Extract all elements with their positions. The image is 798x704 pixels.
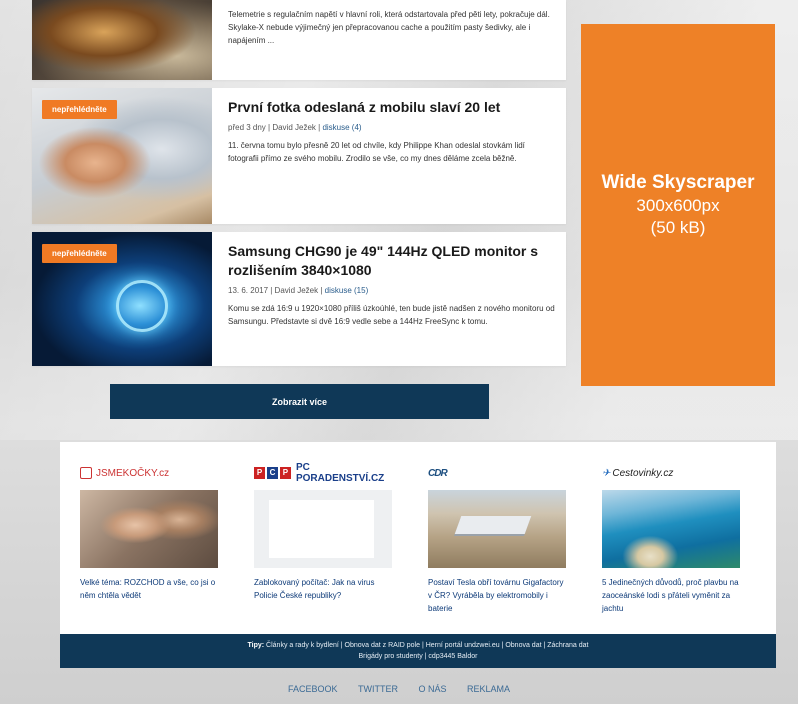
tips-links[interactable]: Články a rady k bydlení | Obnova dat z R… — [266, 642, 588, 649]
article-thumbnail[interactable] — [32, 0, 212, 80]
footer-links: FACEBOOK TWITTER O NÁS REKLAMA — [0, 684, 798, 694]
footer-link-about[interactable]: O NÁS — [419, 684, 447, 694]
partner-card-cestovinky[interactable]: ✈ Cestovinky.cz 5 Jedinečných důvodů, pr… — [602, 462, 740, 615]
partner-card-cdr[interactable]: CDR Postaví Tesla obří továrnu Gigafacto… — [428, 462, 566, 615]
tips-label: Tipy: — [247, 642, 265, 649]
partner-logo[interactable]: ✈ Cestovinky.cz — [602, 462, 740, 484]
ad-weight: (50 kB) — [650, 218, 706, 237]
article-thumbnail[interactable]: nepřehlédněte — [32, 88, 212, 224]
partner-logo-text: CDR — [428, 467, 448, 479]
article-meta-info: před 3 dny | David Ježek | — [228, 123, 323, 132]
partner-photo[interactable] — [428, 490, 566, 568]
ad-title: Wide Skyscraper — [601, 172, 755, 193]
partner-logo-text: PC PORADENSTVÍ.CZ — [295, 462, 385, 484]
partner-caption[interactable]: Velké téma: ROZCHOD a vše, co jsi o něm … — [80, 576, 218, 602]
footer-link-twitter[interactable]: TWITTER — [358, 684, 398, 694]
article-meta-info: 13. 6. 2017 | David Ježek | — [228, 286, 325, 295]
logo-box-p2: P — [279, 467, 291, 479]
article-meta: 13. 6. 2017 | David Ježek | diskuse (15) — [228, 286, 556, 295]
show-more-button[interactable]: Zobrazit více — [110, 384, 489, 419]
ad-wide-skyscraper[interactable]: Wide Skyscraper 300x600px (50 kB) — [581, 24, 775, 386]
monitor-logo-icon — [116, 280, 168, 332]
partner-logo[interactable]: JSMEKOČKY.cz — [80, 462, 218, 484]
partner-caption[interactable]: Postaví Tesla obří továrnu Gigafactory v… — [428, 576, 566, 615]
logo-box-c: C — [266, 467, 278, 479]
ad-size: 300x600px — [636, 196, 720, 215]
partner-card-jsmekocky[interactable]: JSMEKOČKY.cz Velké téma: ROZCHOD a vše, … — [80, 462, 218, 602]
partner-photo[interactable] — [602, 490, 740, 568]
footer-link-facebook[interactable]: FACEBOOK — [288, 684, 338, 694]
badge-featured: nepřehlédněte — [42, 244, 117, 263]
article-thumbnail[interactable]: nepřehlédněte — [32, 232, 212, 366]
partner-card-pcporadenstvi[interactable]: PCP PC PORADENSTVÍ.CZ Zablokovaný počíta… — [254, 462, 392, 602]
badge-featured: nepřehlédněte — [42, 100, 117, 119]
partner-sites-section: JSMEKOČKY.cz Velké téma: ROZCHOD a vše, … — [60, 442, 776, 634]
tips-bar: Tipy: Články a rady k bydlení | Obnova d… — [60, 634, 776, 668]
logo-box-p: P — [254, 467, 265, 479]
article-discussion-link[interactable]: diskuse (4) — [322, 123, 361, 132]
partner-caption[interactable]: Zablokovaný počítač: Jak na virus Polici… — [254, 576, 392, 602]
tips-line-1: Tipy: Články a rady k bydlení | Obnova d… — [60, 640, 776, 651]
article-card-3[interactable]: nepřehlédněte Samsung CHG90 je 49" 144Hz… — [32, 232, 566, 366]
article-perex: Telemetrie s regulačním napětí v hlavní … — [228, 10, 550, 45]
article-title[interactable]: První fotka odeslaná z mobilu slaví 20 l… — [228, 98, 556, 117]
article-card-2[interactable]: nepřehlédněte První fotka odeslaná z mob… — [32, 88, 566, 224]
article-title[interactable]: Samsung CHG90 je 49" 144Hz QLED monitor … — [228, 242, 556, 280]
partner-caption[interactable]: 5 Jedinečných důvodů, proč plavbu na zao… — [602, 576, 740, 615]
partner-photo[interactable] — [80, 490, 218, 568]
article-meta: před 3 dny | David Ježek | diskuse (4) — [228, 123, 556, 132]
partner-photo[interactable] — [254, 490, 392, 568]
article-perex: Komu se zdá 16:9 u 1920×1080 příliš úzko… — [228, 304, 555, 326]
cat-icon — [80, 467, 92, 479]
partner-logo-text: Cestovinky.cz — [612, 467, 674, 479]
article-perex: 11. června tomu bylo přesně 20 let od ch… — [228, 141, 525, 163]
partner-logo[interactable]: CDR — [428, 462, 566, 484]
article-card-1[interactable]: Telemetrie s regulačním napětí v hlavní … — [32, 0, 566, 80]
tips-line-2[interactable]: Brigády pro studenty | cdp3445 Baldor — [60, 651, 776, 662]
footer-link-ads[interactable]: REKLAMA — [467, 684, 510, 694]
article-discussion-link[interactable]: diskuse (15) — [325, 286, 369, 295]
plane-icon: ✈ — [602, 467, 611, 479]
partner-logo-text: JSMEKOČKY.cz — [96, 467, 170, 479]
partner-logo[interactable]: PCP PC PORADENSTVÍ.CZ — [254, 462, 392, 484]
